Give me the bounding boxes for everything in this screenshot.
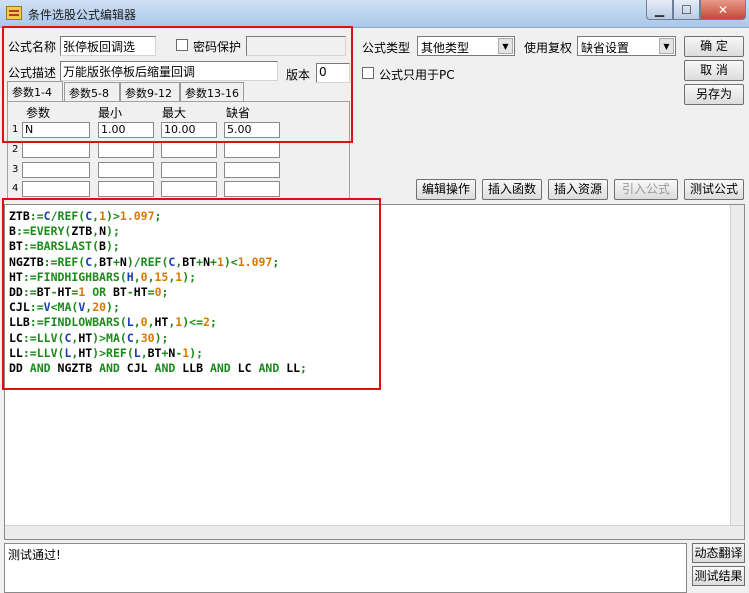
formula-type-label: 公式类型 [362,41,411,55]
param-grid: 参数 最小 最大 缺省 1 N 1.00 10.00 5.00 2 3 4 [7,101,350,200]
param-max-cell[interactable]: 10.00 [161,122,217,138]
code-line: LL:=LLV(L,HT)>REF(L,BT+N-1); [9,345,204,360]
tab-params-13-16[interactable]: 参数13-16 [180,82,244,101]
param-min-cell[interactable] [98,181,154,197]
test-formula-button[interactable]: 测试公式 [684,179,744,200]
insert-resource-button[interactable]: 插入资源 [548,179,608,200]
formula-type-value: 其他类型 [421,41,470,55]
code-line: NGZTB:=REF(C,BT+N)/REF(C,BT+N+1)<1.097; [9,254,280,269]
param-name-cell[interactable]: N [22,122,90,138]
formula-desc-input[interactable]: 万能版张停板后缩量回调 [60,61,278,81]
param-min-cell[interactable]: 1.00 [98,122,154,138]
title-bar: 条件选股公式编辑器 ▁ ☐ ✕ [0,0,749,28]
reright-label: 使用复权 [524,41,573,55]
param-name-cell[interactable] [22,142,90,158]
maximize-button[interactable]: ☐ [673,0,700,20]
formula-desc-label: 公式描述 [8,66,57,80]
param-max-cell[interactable] [161,142,217,158]
code-line: B:=EVERY(ZTB,N); [9,224,120,239]
param-min-cell[interactable] [98,162,154,178]
version-label: 版本 [286,68,311,82]
tab-params-1-4[interactable]: 参数1-4 [7,81,63,102]
chevron-down-icon: ▼ [659,38,674,54]
param-name-cell[interactable] [22,181,90,197]
version-input[interactable]: 0 [316,63,350,83]
password-input[interactable] [246,36,346,56]
dynamic-translate-button[interactable]: 动态翻译 [692,543,745,563]
param-default-cell[interactable] [224,142,280,158]
close-button[interactable]: ✕ [700,0,746,20]
pc-only-label: 公式只用于PC [379,68,455,82]
code-line: HT:=FINDHIGHBARS(H,0,15,1); [9,269,197,284]
minimize-button[interactable]: ▁ [646,0,673,20]
chevron-down-icon: ▼ [498,38,513,54]
password-label: 密码保护 [193,40,242,54]
row-number: 3 [12,164,19,175]
ok-button[interactable]: 确 定 [684,36,744,57]
param-min-cell[interactable] [98,142,154,158]
param-header-name: 参数 [26,106,51,120]
param-name-cell[interactable] [22,162,90,178]
code-editor[interactable]: ZTB:=C/REF(C,1)>1.097; B:=EVERY(ZTB,N); BT… [4,204,745,540]
window-title: 条件选股公式编辑器 [28,8,137,22]
horizontal-scrollbar[interactable] [5,525,744,539]
password-checkbox[interactable] [176,39,188,51]
code-line: ZTB:=C/REF(C,1)>1.097; [9,209,162,223]
reright-select[interactable]: 缺省设置 ▼ [577,36,676,56]
tab-params-5-8[interactable]: 参数5-8 [64,82,120,101]
import-formula-button[interactable]: 引入公式 [614,179,678,200]
vertical-scrollbar[interactable] [730,205,744,539]
param-default-cell[interactable] [224,162,280,178]
row-number: 4 [12,183,19,194]
code-line: DD:=BT-HT=1 OR BT-HT=0; [9,285,169,300]
code-content: ZTB:=C/REF(C,1)>1.097; B:=EVERY(ZTB,N); BT… [9,209,307,376]
test-result-button[interactable]: 测试结果 [692,566,745,586]
param-default-cell[interactable] [224,181,280,197]
row-number: 2 [12,144,19,155]
code-line: LC:=LLV(C,HT)>MA(C,30); [9,330,169,345]
pc-only-checkbox[interactable] [362,67,374,79]
save-as-button[interactable]: 另存为 [684,84,744,105]
code-line: CJL:=V<MA(V,20); [9,300,120,315]
reright-value: 缺省设置 [581,41,630,55]
row-number: 1 [12,124,19,135]
formula-name-label: 公式名称 [8,40,57,54]
param-header-min: 最小 [98,106,123,120]
param-max-cell[interactable] [161,181,217,197]
param-header-max: 最大 [162,106,187,120]
tab-params-9-12[interactable]: 参数9-12 [120,82,180,101]
output-text: 测试通过! [8,548,61,562]
formula-type-select[interactable]: 其他类型 ▼ [417,36,515,56]
code-line: DD AND NGZTB AND CJL AND LLB AND LC AND … [9,361,307,376]
param-max-cell[interactable] [161,162,217,178]
edit-ops-button[interactable]: 编辑操作 [416,179,476,200]
formula-name-input[interactable]: 张停板回调选 [60,36,156,56]
output-panel: 测试通过! [4,543,687,593]
code-line: LLB:=FINDLOWBARS(L,0,HT,1)<=2; [9,315,217,330]
cancel-button[interactable]: 取 消 [684,60,744,81]
param-header-default: 缺省 [226,106,251,120]
app-icon [6,6,22,20]
code-line: BT:=BARSLAST(B); [9,239,120,254]
insert-function-button[interactable]: 插入函数 [482,179,542,200]
param-default-cell[interactable]: 5.00 [224,122,280,138]
